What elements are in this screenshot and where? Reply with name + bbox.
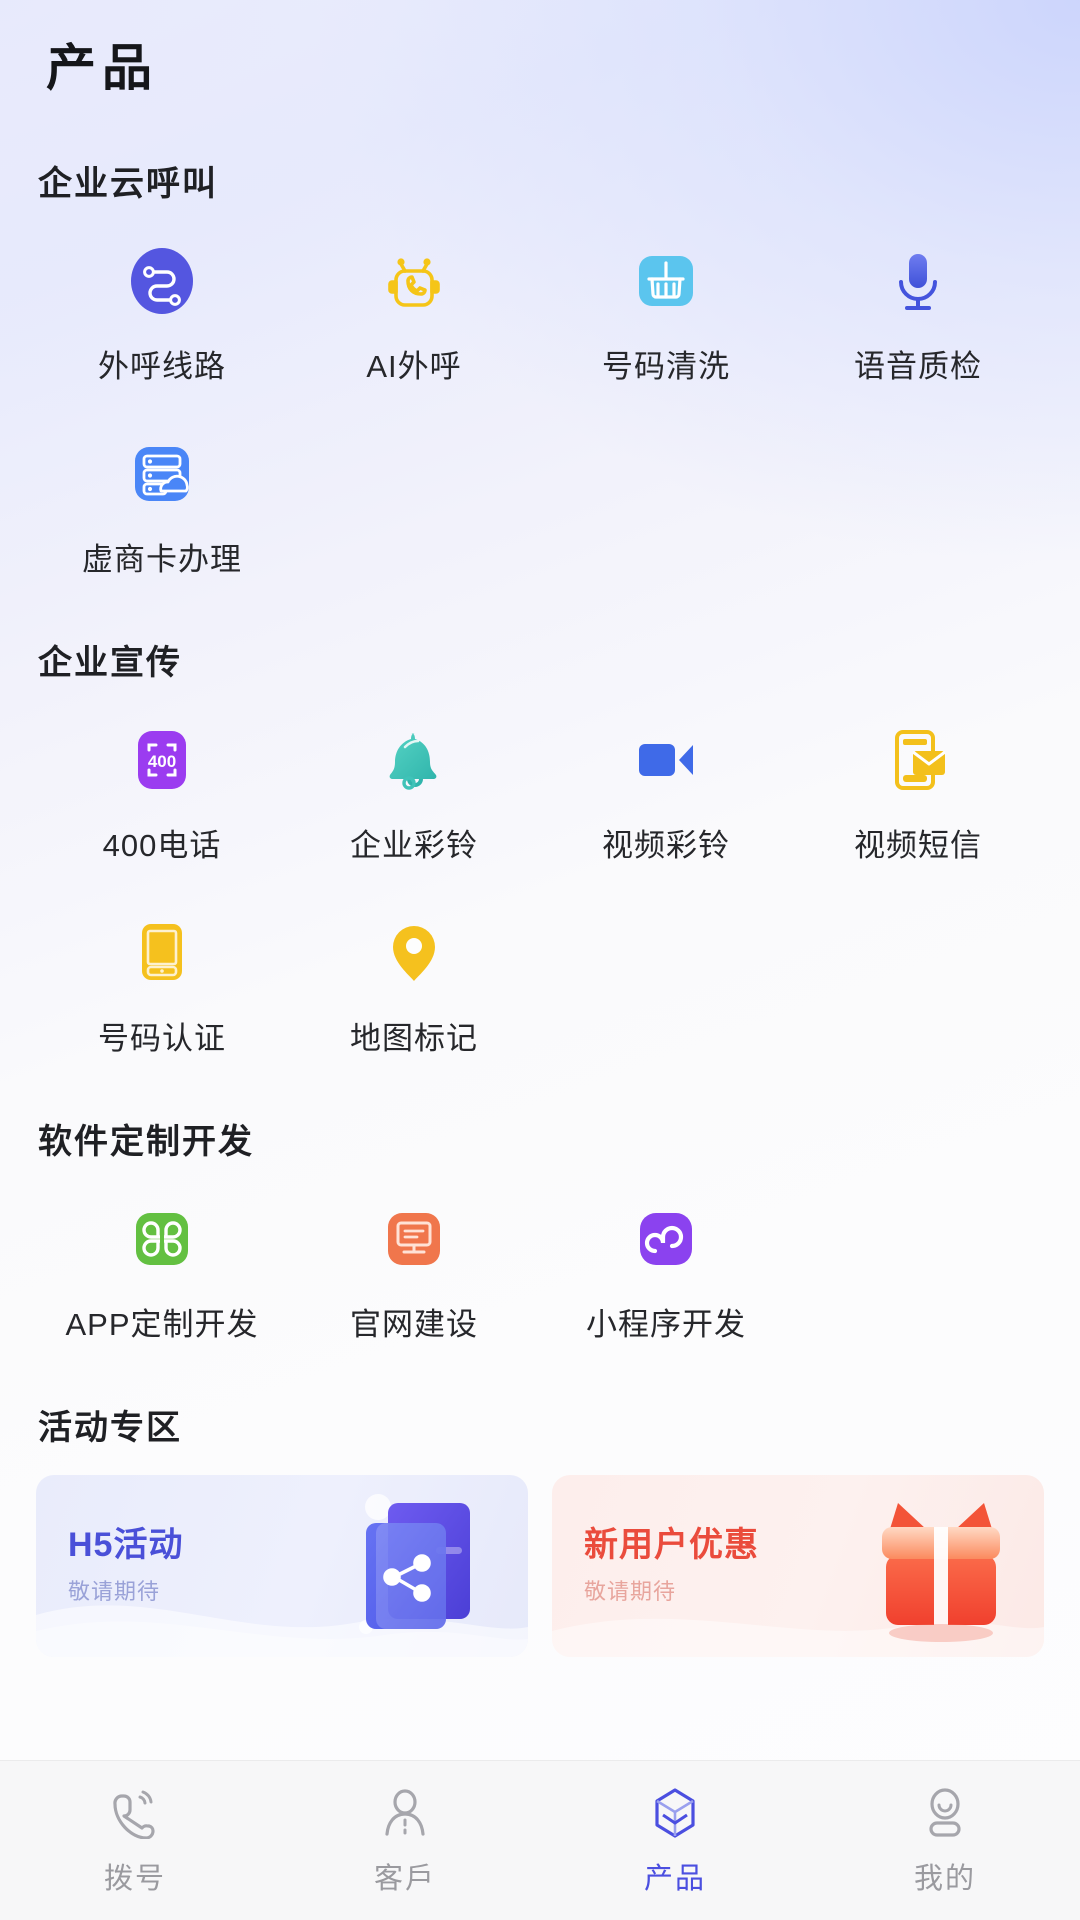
banner-new-user-offer[interactable]: 新用户优惠 敬请期待 (552, 1475, 1044, 1657)
page-title: 产品 (46, 40, 158, 96)
tile-virtual-sim-card[interactable]: 虚商卡办理 (36, 420, 288, 579)
tile-map-marker[interactable]: 地图标记 (288, 899, 540, 1058)
miniprogram-icon (628, 1201, 704, 1277)
tile-label: APP定制开发 (65, 1307, 259, 1342)
tab-product[interactable]: 产品 (540, 1785, 810, 1897)
tab-label: 产品 (643, 1862, 706, 1895)
server-cloud-icon (124, 436, 200, 512)
tile-website-build[interactable]: 官网建设 (288, 1185, 540, 1344)
route-circle-icon (124, 243, 200, 319)
tile-label: 小程序开发 (586, 1307, 746, 1342)
tile-label: 外呼线路 (98, 349, 226, 384)
mobile-verify-icon (124, 915, 200, 991)
user-profile-icon (917, 1785, 973, 1841)
section-promotion: 企业宣传 400 400电话 企业彩铃 视频彩铃 视频短信 号码认证 地图标记 (36, 635, 1044, 1058)
gift-box-icon (882, 1503, 1000, 1642)
tile-label: 号码清洗 (602, 349, 730, 384)
video-camera-icon (628, 722, 704, 798)
bell-icon (376, 722, 452, 798)
tile-label: 视频彩铃 (602, 828, 730, 863)
tile-ai-outbound[interactable]: AI外呼 (288, 227, 540, 386)
section-title-cloud-call: 企业云呼叫 (38, 165, 218, 203)
banner-text-group: H5活动 敬请期待 (68, 1517, 183, 1606)
cube-icon (647, 1785, 703, 1841)
tile-400-phone[interactable]: 400 400电话 (36, 706, 288, 865)
banner-text-group: 新用户优惠 敬请期待 (584, 1517, 759, 1606)
tab-label: 客戶 (373, 1862, 436, 1895)
tab-mine[interactable]: 我的 (810, 1785, 1080, 1897)
tab-label: 拨号 (103, 1862, 166, 1895)
section-title-activity: 活动专区 (38, 1409, 182, 1447)
microphone-icon (880, 243, 956, 319)
tile-voice-quality[interactable]: 语音质检 (792, 227, 1044, 386)
tile-label: 企业彩铃 (350, 828, 478, 863)
banner-title: H5活动 (68, 1526, 184, 1564)
tile-grid-cloud-call: 外呼线路 AI外呼 号码清洗 语音质检 虚商卡办理 (36, 227, 1044, 579)
section-title-software: 软件定制开发 (38, 1123, 254, 1161)
map-pin-icon (376, 915, 452, 991)
tile-grid-promotion: 400 400电话 企业彩铃 视频彩铃 视频短信 号码认证 地图标记 (36, 706, 1044, 1058)
tile-video-ringtone[interactable]: 视频彩铃 (540, 706, 792, 865)
tab-customer[interactable]: 客戶 (270, 1785, 540, 1897)
tile-label: 地图标记 (350, 1021, 478, 1056)
section-activity: 活动专区 H5活动 敬请期待 新用户优惠 敬请期待 (36, 1400, 1044, 1657)
tile-label: AI外呼 (366, 349, 462, 384)
person-icon (377, 1785, 433, 1841)
phone-call-icon (107, 1785, 163, 1841)
tile-video-sms[interactable]: 视频短信 (792, 706, 1044, 865)
robot-phone-icon (376, 243, 452, 319)
tile-miniprogram-development[interactable]: 小程序开发 (540, 1185, 792, 1344)
phone-envelope-icon (880, 722, 956, 798)
tile-grid-software: APP定制开发 官网建设 小程序开发 (36, 1185, 1044, 1344)
svg-text:400: 400 (148, 752, 176, 771)
tile-app-development[interactable]: APP定制开发 (36, 1185, 288, 1344)
tab-label: 我的 (913, 1862, 976, 1895)
tile-label: 视频短信 (854, 828, 982, 863)
section-title-promotion: 企业宣传 (38, 644, 182, 682)
activity-banner-list: H5活动 敬请期待 新用户优惠 敬请期待 (36, 1475, 1044, 1657)
share-document-icon (359, 1494, 470, 1634)
banner-h5-activity[interactable]: H5活动 敬请期待 (36, 1475, 528, 1657)
product-screen: 产品 企业云呼叫 外呼线路 AI外呼 号码清洗 语音质检 虚商卡办理 企业宣传 … (0, 0, 1080, 1920)
banner-title: 新用户优惠 (584, 1526, 759, 1564)
app-grid-icon (124, 1201, 200, 1277)
tile-label: 号码认证 (98, 1021, 226, 1056)
phone-400-icon: 400 (124, 722, 200, 798)
section-software: 软件定制开发 APP定制开发 官网建设 小程序开发 (36, 1114, 1044, 1344)
section-cloud-call: 企业云呼叫 外呼线路 AI外呼 号码清洗 语音质检 虚商卡办理 (36, 156, 1044, 579)
monitor-icon (376, 1201, 452, 1277)
bottom-tab-bar: 拨号 客戶 产品 我的 (0, 1760, 1080, 1920)
tile-number-cleaning[interactable]: 号码清洗 (540, 227, 792, 386)
tile-enterprise-ringtone[interactable]: 企业彩铃 (288, 706, 540, 865)
broom-icon (628, 243, 704, 319)
scroll-content: 产品 企业云呼叫 外呼线路 AI外呼 号码清洗 语音质检 虚商卡办理 企业宣传 … (0, 0, 1080, 1760)
tile-outbound-line[interactable]: 外呼线路 (36, 227, 288, 386)
tile-number-certification[interactable]: 号码认证 (36, 899, 288, 1058)
tile-label: 400电话 (102, 828, 222, 863)
tab-dial[interactable]: 拨号 (0, 1785, 270, 1897)
tile-label: 语音质检 (854, 349, 982, 384)
banner-subtitle: 敬请期待 (584, 1579, 677, 1604)
tile-label: 虚商卡办理 (82, 542, 242, 577)
banner-subtitle: 敬请期待 (68, 1579, 161, 1604)
tile-label: 官网建设 (350, 1307, 478, 1342)
